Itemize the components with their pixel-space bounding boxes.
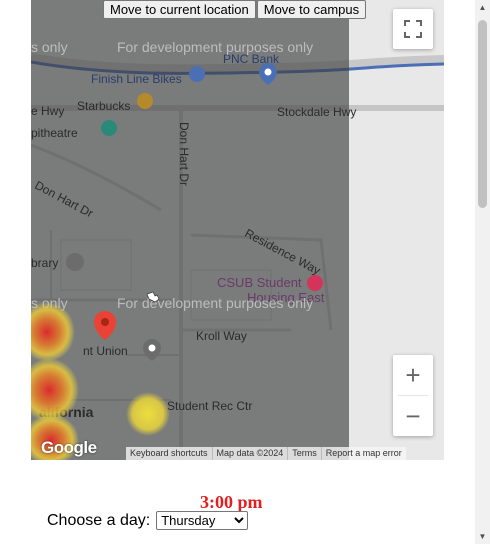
scroll-down-arrow-icon[interactable]: ▼: [475, 529, 490, 544]
starbucks-icon: [137, 93, 153, 109]
move-to-campus-button[interactable]: Move to campus: [256, 0, 367, 19]
scroll-up-arrow-icon[interactable]: ▲: [475, 0, 490, 15]
theatre-icon: [101, 120, 117, 136]
bank-icon: [259, 63, 277, 85]
report-map-error-link[interactable]: Report a map error: [320, 447, 406, 460]
scrollbar-thumb[interactable]: [478, 20, 487, 208]
student-housing-icon: [307, 275, 323, 291]
heatmap-blob-2: [31, 358, 79, 422]
fullscreen-button[interactable]: [393, 9, 433, 49]
student-union-pin-icon: [143, 339, 161, 361]
day-select[interactable]: Thursday: [156, 511, 249, 530]
current-location-marker-icon: [94, 311, 116, 340]
day-picker-row: Choose a day: Thursday: [47, 511, 249, 530]
mouse-cursor-icon: [146, 291, 160, 303]
day-picker-label: Choose a day:: [47, 511, 151, 529]
map-markers-layer: [31, 63, 323, 460]
heatmap-blob-1: [31, 302, 75, 362]
zoom-in-button[interactable]: +: [393, 355, 433, 395]
library-icon: [66, 253, 84, 271]
map-top-controls: Move to current location Move to campus: [103, 0, 367, 19]
bike-shop-icon: [189, 66, 205, 82]
terms-link[interactable]: Terms: [287, 447, 321, 460]
map-attribution: Keyboard shortcuts Map data ©2024 Terms …: [126, 447, 406, 460]
zoom-out-button[interactable]: −: [393, 396, 433, 436]
keyboard-shortcuts-link[interactable]: Keyboard shortcuts: [126, 447, 212, 460]
google-logo[interactable]: Google: [41, 438, 97, 458]
time-display: 3:00 pm: [200, 492, 263, 512]
page-scrollbar[interactable]: ▲ ▼: [475, 0, 490, 544]
move-to-current-location-button[interactable]: Move to current location: [103, 0, 256, 19]
heatmap-blob-4: [126, 392, 170, 436]
map-data-text: Map data ©2024: [211, 447, 288, 460]
map-view[interactable]: PNC Bank Finish Line Bikes Starbucks e H…: [31, 0, 444, 460]
zoom-control: + −: [393, 355, 433, 436]
fullscreen-icon: [404, 20, 422, 38]
